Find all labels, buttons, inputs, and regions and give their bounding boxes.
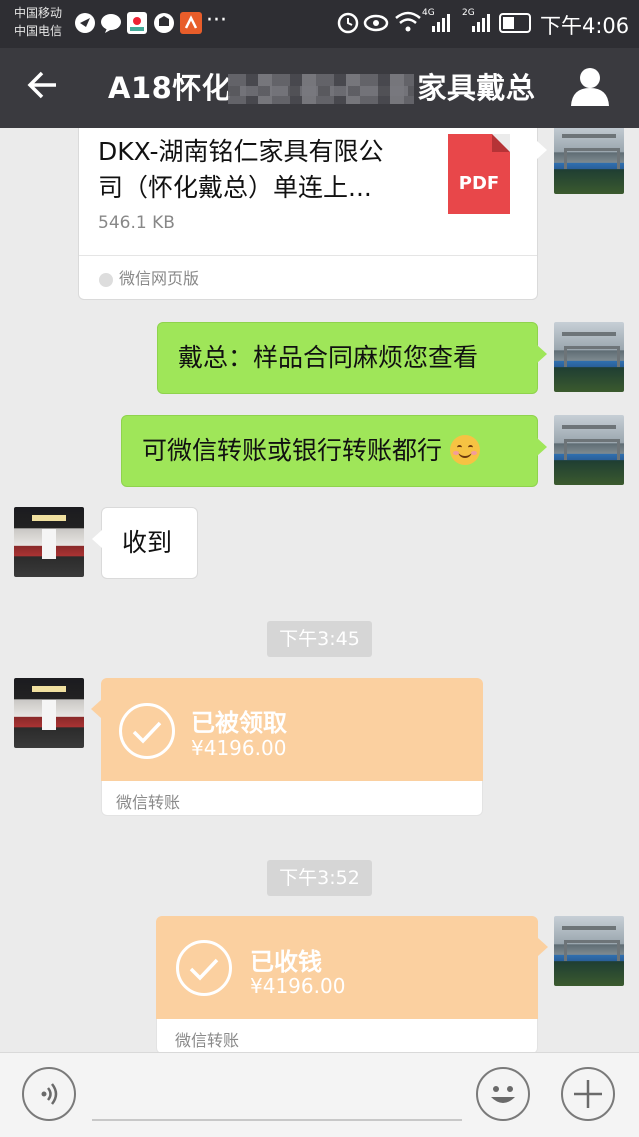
voice-button[interactable] xyxy=(22,1067,76,1121)
plus-button[interactable] xyxy=(561,1067,615,1121)
check-icon-svg xyxy=(132,721,162,744)
carrier-1: 中国移动 xyxy=(14,6,63,20)
message-input[interactable] xyxy=(92,1119,462,1121)
my-avatar[interactable] xyxy=(554,128,624,194)
network-2g: 2G xyxy=(462,8,475,18)
file-message[interactable]: DKX-湖南铭仁家具有限公 司（怀化戴总）单连上... 546.1 KB PDF… xyxy=(78,128,547,300)
smile-emoji-icon xyxy=(449,435,480,465)
file-size: 546.1 KB xyxy=(98,213,175,233)
check-icon xyxy=(176,940,232,996)
timestamp: 下午3:45 xyxy=(267,621,372,657)
chat-header: A18怀化 家具戴总 xyxy=(0,48,639,128)
transfer-footer: 微信转账 xyxy=(101,781,483,816)
profile-icon xyxy=(571,68,609,106)
wechat-web-icon xyxy=(99,272,113,287)
check-icon-svg xyxy=(189,958,219,981)
transfer-footer: 微信转账 xyxy=(156,1019,538,1052)
contact-avatar[interactable] xyxy=(14,507,84,577)
contact-avatar[interactable] xyxy=(14,678,84,748)
emoji-icon xyxy=(491,1086,515,1103)
transfer-status: 已收钱 xyxy=(250,948,322,976)
file-name-line1: DKX-湖南铭仁家具有限公 xyxy=(98,137,384,166)
file-name-line2: 司（怀化戴总）单连上... xyxy=(98,173,372,202)
file-source-label: 微信网页版 xyxy=(119,269,200,288)
chat-title-suffix: 家具戴总 xyxy=(417,71,536,105)
sent-message[interactable]: 戴总：样品合同麻烦您查看 xyxy=(157,322,547,394)
my-avatar[interactable] xyxy=(554,415,624,485)
message-list[interactable]: DKX-湖南铭仁家具有限公 司（怀化戴总）单连上... 546.1 KB PDF… xyxy=(0,128,639,1052)
file-source: 微信网页版 xyxy=(99,265,199,289)
system-icons-svg xyxy=(337,11,531,34)
file-name: DKX-湖南铭仁家具有限公 司（怀化戴总）单连上... xyxy=(98,134,428,206)
chat-title-prefix: A18怀化 xyxy=(108,71,232,105)
input-bar xyxy=(0,1052,639,1137)
more-dots: ··· xyxy=(206,8,227,33)
sent-message-text-content: 可微信转账或银行转账都行 xyxy=(142,436,443,465)
back-button[interactable] xyxy=(26,68,60,111)
my-avatar[interactable] xyxy=(554,916,624,986)
transfer-amount: ¥4196.00 xyxy=(191,736,287,760)
emoji-button[interactable] xyxy=(476,1067,530,1121)
redaction-mosaic-2 xyxy=(228,86,414,96)
transfer-footer-label: 微信转账 xyxy=(175,1031,240,1050)
transfer-footer-label: 微信转账 xyxy=(116,793,181,812)
sent-message-text: 可微信转账或银行转账都行 xyxy=(142,434,480,468)
network-4g: 4G xyxy=(422,8,435,18)
transfer-status: 已被领取 xyxy=(191,709,287,737)
voice-icon xyxy=(41,1083,58,1105)
back-arrow-icon xyxy=(27,71,56,99)
sent-message-text: 戴总：样品合同麻烦您查看 xyxy=(178,343,479,372)
transfer-card[interactable]: 已收钱 ¥4196.00 xyxy=(156,916,548,1019)
plus-icon xyxy=(574,1080,602,1108)
check-icon xyxy=(119,703,175,759)
received-message-text: 收到 xyxy=(122,528,173,557)
clock: 下午4:06 xyxy=(540,14,630,38)
timestamp: 下午3:52 xyxy=(267,860,372,896)
status-bar: 中国移动 中国电信 ··· 4G 2G 下午4:06 xyxy=(0,0,639,48)
system-icons: 4G 2G xyxy=(336,8,536,38)
file-divider xyxy=(79,255,537,256)
transfer-card[interactable]: 已被领取 ¥4196.00 xyxy=(91,678,483,781)
received-message[interactable]: 收到 xyxy=(92,507,198,579)
pdf-icon: PDF xyxy=(448,134,510,214)
my-avatar[interactable] xyxy=(554,322,624,392)
carrier-2: 中国电信 xyxy=(14,24,63,38)
sent-message[interactable]: 可微信转账或银行转账都行 xyxy=(121,415,547,487)
profile-button[interactable] xyxy=(570,66,610,108)
transfer-amount: ¥4196.00 xyxy=(250,974,346,998)
